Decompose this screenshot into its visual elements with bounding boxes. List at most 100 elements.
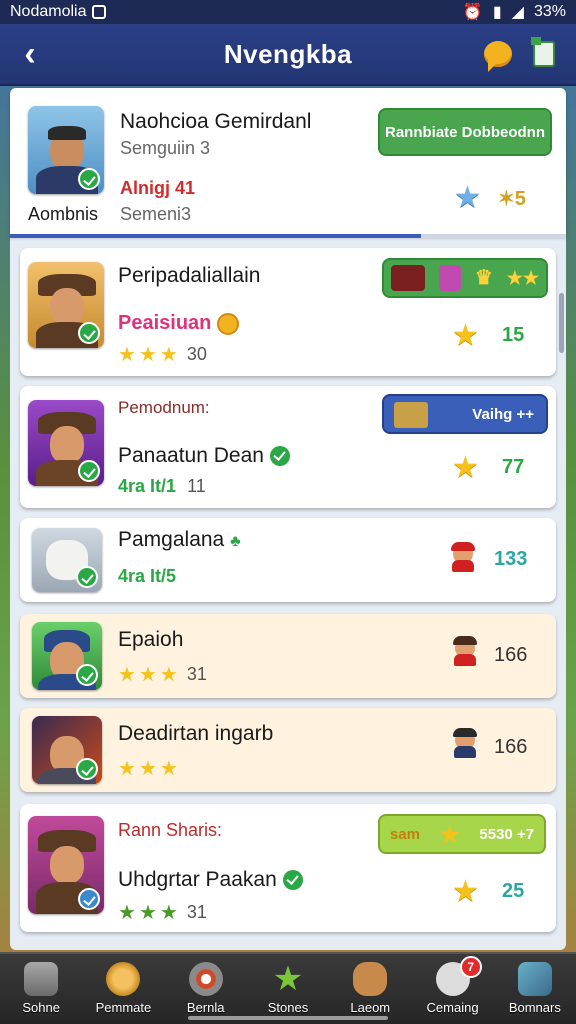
verified-icon [76, 758, 98, 780]
reward-pill-label: 5530 +7 [479, 825, 535, 843]
star-icon: ★ [118, 344, 136, 366]
chat-button[interactable] [482, 38, 514, 72]
featured-score-value: 5 [514, 188, 526, 210]
player-score: 25 [502, 880, 525, 902]
featured-sub: Semguiin 3 [120, 138, 210, 159]
featured-alert: Alnigj 41 [120, 178, 196, 198]
status-pill-label: Vaihg ++ [472, 405, 534, 423]
player-label: Rann Sharis: [118, 820, 223, 840]
magnifier-icon [106, 962, 141, 996]
carrier-label: Nodamolia [10, 3, 87, 20]
nav-item-banners[interactable]: Bomnars [494, 954, 576, 1024]
back-button[interactable]: ‹ [0, 23, 60, 85]
rating-count: 30 [186, 344, 207, 364]
notification-badge: 7 [459, 956, 482, 978]
player-name-text: Pamgalana [118, 528, 225, 551]
player-score: 166 [494, 644, 528, 666]
nav-item-battle[interactable]: Bernla [165, 954, 247, 1024]
player-name: Pamgalana ♣ [118, 528, 241, 552]
star-icon: ★ [452, 451, 479, 484]
player-score: 166 [494, 736, 528, 758]
featured-sub-text: Semguiin 3 [120, 138, 211, 158]
alarm-icon: ⏰ [462, 4, 483, 21]
player-row[interactable]: Pemodnum: Panaatun Dean 4ra It/1 11 Vaih… [20, 386, 556, 508]
leaderboard-list: Naohcioa Gemirdanl Semguiin 3 Alnigj 41 … [10, 88, 566, 950]
player-row[interactable]: Peripadaliallain Peaisiuan ★ ★ ★ 30 ♛ ★★ ★… [20, 248, 556, 376]
star-icon: ★ [272, 960, 304, 998]
player-row[interactable]: Epaioh ★ ★ ★ 31 166 [20, 614, 556, 698]
coin-icon [217, 312, 240, 335]
rewards-strip[interactable]: ♛ ★★ [382, 258, 548, 298]
featured-card[interactable]: Naohcioa Gemirdanl Semguiin 3 Alnigj 41 … [10, 88, 566, 238]
player-name: Peripadaliallain [118, 264, 261, 287]
player-row[interactable]: Rann Sharis: Uhdgrtar Paakan ★ ★ ★ 31 sam … [20, 804, 556, 932]
star-icon: ★ [138, 344, 157, 366]
map-icon [394, 402, 428, 428]
blue-star-icon: ★ [454, 181, 481, 214]
status-pill[interactable]: Vaihg ++ [382, 394, 548, 434]
star-icon: ★ [118, 902, 136, 924]
chevron-left-icon: ‹ [24, 34, 36, 73]
player-row[interactable]: Pamgalana ♣ 4ra It/5 133 [20, 518, 556, 602]
home-indicator[interactable] [188, 1016, 388, 1020]
gift-icon [390, 265, 425, 291]
star-icon: ★ [452, 319, 479, 352]
nav-item-search[interactable]: Pemmate [82, 954, 164, 1024]
player-avatar [32, 528, 102, 592]
featured-season: Semeni3 [120, 204, 192, 224]
star-cluster-icon: ★★ [506, 267, 539, 288]
nav-item-home[interactable]: Sohne [0, 954, 82, 1024]
trophy-icon: ♛ [474, 266, 493, 289]
flag-button[interactable] [528, 37, 560, 70]
sparkle-icon: ✶ [498, 188, 515, 210]
reward-pill-prefix: sam [389, 825, 420, 843]
player-name-text: Panaatun Dean [118, 444, 264, 467]
status-bar: Nodamolia ⏰ ▮ ◢ 33% [0, 0, 576, 24]
player-name: Panaatun Dean [118, 444, 290, 468]
info-badge-icon [78, 888, 100, 910]
nav-label: Sohne [22, 1000, 60, 1015]
battery-label: 33% [533, 3, 566, 20]
star-icon: ★ [138, 902, 157, 924]
app-header: ‹ Nvengkba [0, 24, 576, 86]
star-icon: ★ [452, 875, 479, 908]
player-avatar [28, 262, 104, 348]
verified-icon [76, 664, 98, 686]
nav-label: Pemmate [95, 1000, 152, 1015]
player-name: Epaioh [118, 628, 184, 651]
reward-pill[interactable]: sam ★ 5530 +7 [378, 814, 546, 854]
star-icon: ★ [159, 344, 178, 366]
star-icon: ★ [138, 664, 157, 686]
star-icon: ★ [159, 902, 178, 924]
check-icon [282, 870, 303, 891]
nav-label: Laeom [350, 1000, 391, 1015]
wifi-icon: ◢ [511, 4, 524, 21]
player-avatar [32, 716, 102, 784]
star-icon: ★ [138, 758, 157, 780]
rating-stars: ★ ★ ★ [118, 756, 178, 781]
red-character-icon [448, 542, 478, 572]
player-tag: 4ra It/5 [118, 566, 177, 586]
nav-item-stones[interactable]: ★ Stones [247, 954, 329, 1024]
verified-icon [78, 322, 100, 344]
rating-count: 11 [187, 476, 206, 496]
player-name-text: Uhdgrtar Paakan [118, 868, 277, 891]
rating-count: 31 [186, 664, 207, 684]
nav-item-chat[interactable]: 7 Cemaing [411, 954, 493, 1024]
star-icon: ★ [159, 664, 178, 686]
player-score: 15 [502, 324, 525, 346]
featured-action-button[interactable]: Rannbiate Dobbeodnn [378, 108, 552, 156]
app-notification-icon [92, 5, 107, 19]
player-row[interactable]: Deadirtan ingarb ★ ★ ★ 166 [20, 708, 556, 792]
rating-count: 31 [186, 902, 207, 922]
player-avatar [32, 622, 102, 690]
featured-progress-fill [10, 234, 422, 238]
nav-item-team[interactable]: Laeom [329, 954, 411, 1024]
nav-label: Cemaing [426, 1000, 479, 1015]
player-score: 77 [502, 456, 525, 478]
featured-progress [10, 234, 566, 238]
character-icon [450, 728, 480, 758]
scrollbar[interactable] [559, 293, 564, 353]
player-tag: 4ra It/1 11 [118, 476, 206, 497]
featured-team: Aombnis [28, 204, 99, 224]
